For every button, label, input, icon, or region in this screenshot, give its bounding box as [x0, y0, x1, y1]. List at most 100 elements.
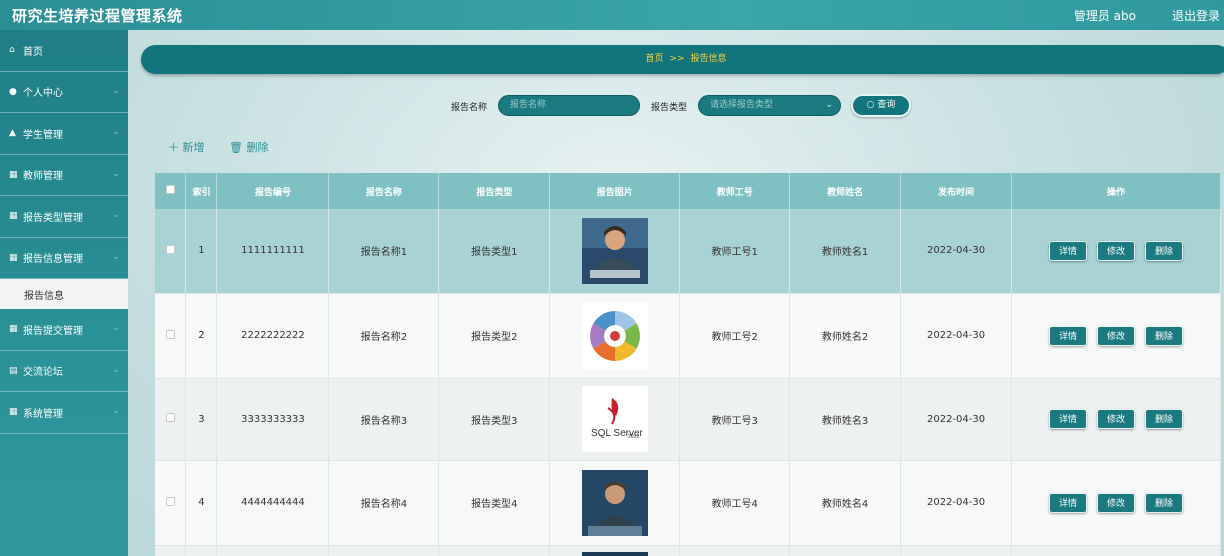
chevron-down-icon: ⌄: [825, 100, 833, 110]
sidebar-item-label: 系统管理: [23, 408, 63, 420]
edit-button[interactable]: 修改: [1097, 325, 1135, 346]
sidebar-item-label: 交流论坛: [23, 367, 63, 379]
breadcrumb-home[interactable]: 首页: [645, 54, 663, 64]
row-checkbox[interactable]: [155, 378, 187, 461]
chevron-down-icon: ⌄: [112, 85, 120, 96]
row-delete-button[interactable]: 删除: [1145, 492, 1183, 513]
cell-report-image: [549, 293, 681, 379]
row-delete-button[interactable]: 删除: [1145, 325, 1183, 346]
cell-actions: 详情 修改 删除: [1011, 293, 1221, 379]
table-row[interactable]: 2 2222222222 报告名称2 报告类型2 教师工号2 教师姓名2 202…: [155, 293, 1221, 379]
sidebar-item-student-management[interactable]: ▲ 学生管理 ⌄: [0, 113, 128, 155]
row-checkbox[interactable]: [155, 293, 187, 379]
detail-button[interactable]: 详情: [1049, 325, 1087, 346]
trash-icon: 🗑: [229, 141, 247, 154]
main-content: 首页 >> 报告信息 报告名称 报告名称 报告类型 请选择报告类型 ⌄ ○ 查询 ＋…: [128, 30, 1224, 556]
chevron-down-icon: ⌄: [112, 323, 120, 333]
cell-report-name: 报告名称1: [328, 209, 440, 294]
table-row[interactable]: 3 3333333333 报告名称3 报告类型3 SQL Server 2012…: [155, 378, 1221, 461]
sidebar-item-home[interactable]: ⌂ 首页: [0, 30, 128, 72]
report-image-man-at-computer[interactable]: [581, 469, 648, 536]
cell-report-image: [549, 545, 681, 556]
cell-actions: 详情 修改 删除: [1011, 378, 1221, 461]
sidebar-item-report-type-management[interactable]: ▦ 报告类型管理 ⌄: [0, 196, 128, 238]
edit-button[interactable]: 修改: [1097, 409, 1135, 429]
detail-button[interactable]: 详情: [1049, 492, 1087, 513]
sidebar-item-label: 报告类型管理: [23, 212, 83, 224]
student-icon: ▲: [9, 128, 16, 139]
cell-report-code: 1111111111: [216, 209, 330, 294]
sidebar-subitem-report-info[interactable]: 报告信息: [0, 279, 128, 309]
table-header-row: 索引 报告编号 报告名称 报告类型 报告图片 教师工号 教师姓名 发布时间 操作: [155, 173, 1221, 209]
detail-button[interactable]: 详情: [1049, 240, 1087, 261]
search-icon: ○: [866, 100, 878, 110]
sidebar-item-forum[interactable]: ▤ 交流论坛 ⌄: [0, 351, 128, 392]
current-user: 管理员 abo: [1073, 9, 1136, 23]
edit-button[interactable]: 修改: [1097, 492, 1135, 513]
cell-index: 4: [185, 460, 218, 546]
row-delete-button[interactable]: 删除: [1145, 240, 1183, 261]
cell-actions: 详情 修改 删除: [1011, 209, 1221, 294]
cell-index: 1: [185, 209, 218, 294]
column-header[interactable]: 索引: [185, 173, 218, 209]
cell-teacher-name: 教师姓名3: [789, 378, 902, 461]
report-type-select[interactable]: 请选择报告类型 ⌄: [698, 95, 841, 116]
delete-button[interactable]: 🗑 删除: [229, 139, 268, 155]
sidebar-item-label: 报告信息管理: [23, 254, 83, 266]
add-button[interactable]: ＋ 新增: [168, 139, 205, 155]
breadcrumb: 首页 >> 报告信息: [141, 45, 1224, 74]
grid-icon: ▦: [9, 211, 18, 222]
cell-teacher-no: 教师工号3: [679, 378, 791, 461]
column-header[interactable]: 报告类型: [438, 173, 551, 209]
row-delete-button[interactable]: 删除: [1145, 409, 1183, 429]
cell-index: 2: [185, 293, 218, 379]
query-button[interactable]: ○ 查询: [851, 94, 911, 117]
report-type-label: 报告类型: [651, 103, 688, 113]
column-header[interactable]: 教师姓名: [789, 173, 902, 209]
cell-report-image: [549, 460, 681, 546]
report-name-input[interactable]: 报告名称: [498, 95, 640, 116]
plus-icon: ＋: [168, 141, 183, 154]
column-header[interactable]: 发布时间: [900, 173, 1013, 209]
home-icon: ⌂: [9, 45, 15, 56]
cell-index: 3: [185, 378, 218, 461]
cell-teacher-name: 教师姓名1: [789, 209, 902, 294]
chevron-down-icon: ⌄: [112, 364, 120, 375]
report-name-label: 报告名称: [451, 103, 488, 113]
report-image-circular-diagram[interactable]: [581, 302, 648, 369]
grid-icon: ▦: [9, 407, 18, 418]
sidebar-item-personal-center[interactable]: ● 个人中心 ⌄: [0, 72, 128, 113]
sidebar-item-label: 教师管理: [23, 171, 63, 183]
sidebar-item-system-management[interactable]: ▦ 系统管理 ⌄: [0, 392, 128, 434]
report-image-sql-server-logo[interactable]: SQL Server 2012: [581, 386, 648, 452]
sidebar-item-report-submit-management[interactable]: ▦ 报告提交管理 ⌄: [0, 309, 128, 351]
chevron-down-icon: ⌄: [112, 251, 120, 262]
cell-report-name: 报告名称2: [328, 293, 440, 379]
sidebar-item-report-info-management[interactable]: ▦ 报告信息管理 ⌄: [0, 238, 128, 279]
sidebar-item-label: 首页: [23, 46, 43, 58]
chevron-down-icon: ⌄: [112, 127, 120, 137]
select-all-checkbox[interactable]: [155, 173, 187, 209]
row-checkbox[interactable]: [155, 460, 187, 546]
column-header[interactable]: 报告图片: [549, 173, 681, 209]
sidebar-item-label: 报告提交管理: [23, 325, 83, 337]
grid-icon: ▦: [9, 324, 18, 335]
edit-button[interactable]: 修改: [1097, 240, 1135, 261]
grid-icon: ▦: [9, 169, 18, 180]
row-checkbox[interactable]: [155, 209, 187, 294]
table-row[interactable]: 1 1111111111 报告名称1 报告类型1 教师工号1 教师姓名1 202…: [155, 209, 1221, 294]
sidebar-item-teacher-management[interactable]: ▦ 教师管理 ⌄: [0, 155, 128, 196]
breadcrumb-current: 报告信息: [690, 54, 727, 64]
cell-teacher-no: 教师工号2: [679, 293, 791, 379]
detail-button[interactable]: 详情: [1049, 409, 1087, 429]
report-image-person-at-laptop[interactable]: [581, 217, 648, 284]
column-header[interactable]: 报告编号: [216, 173, 330, 209]
table-row[interactable]: 4 4444444444 报告名称4 报告类型4 教师工号4 教师姓名4 202…: [155, 460, 1221, 546]
column-header[interactable]: 教师工号: [679, 173, 791, 209]
logout-link[interactable]: 退出登录: [1172, 7, 1220, 24]
cell-publish-date: 2022-04-30: [900, 460, 1013, 546]
add-button-label: 新增: [182, 141, 205, 154]
cell-teacher-name: 教师姓名2: [789, 293, 902, 379]
table-row[interactable]: [155, 545, 1221, 556]
column-header[interactable]: 报告名称: [328, 173, 440, 209]
